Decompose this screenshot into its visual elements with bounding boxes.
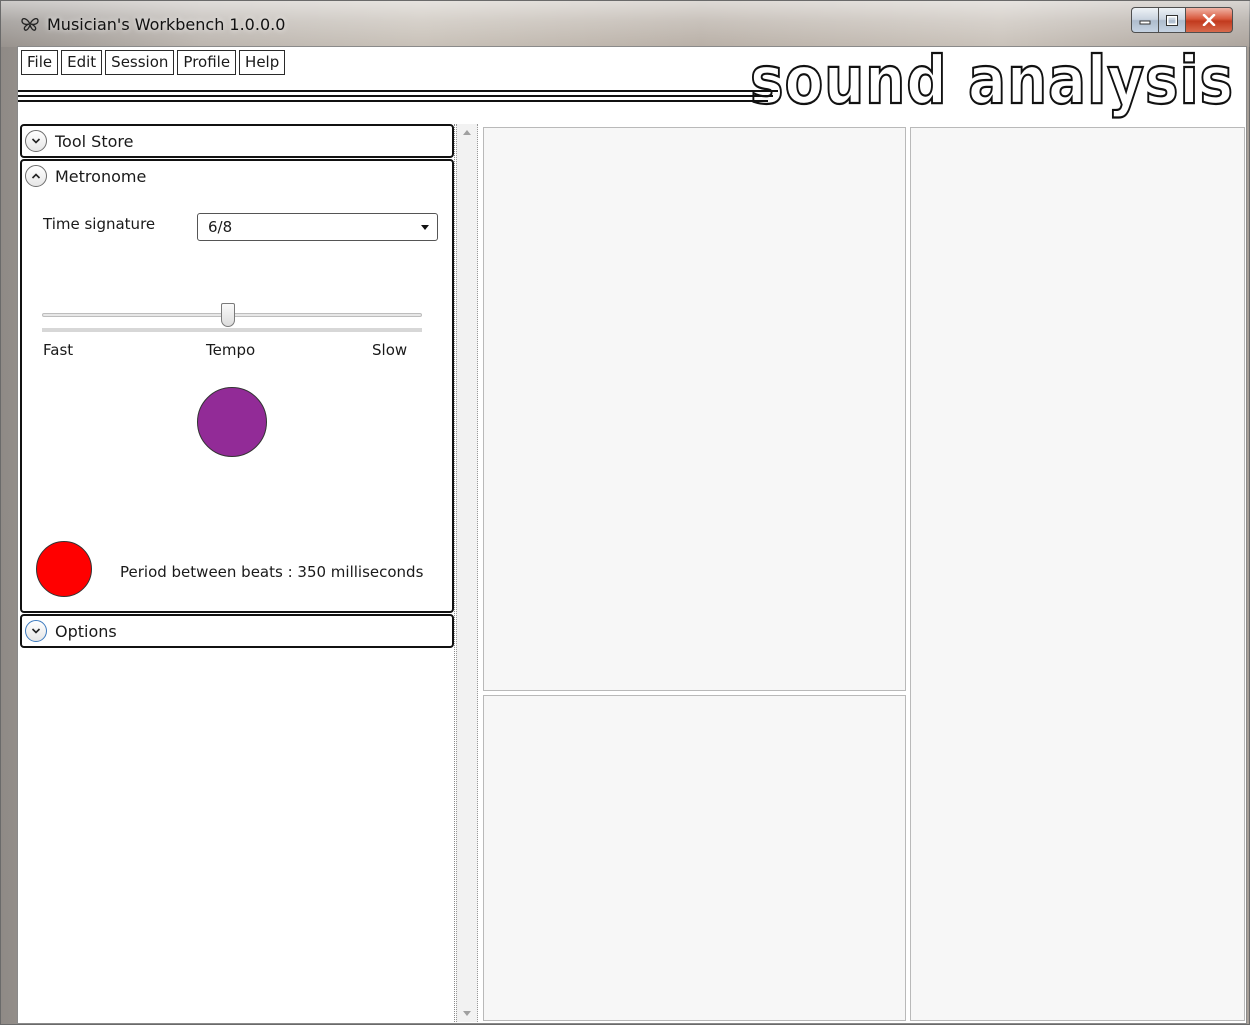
analysis-pane-top (483, 127, 906, 691)
chevron-up-icon (31, 173, 41, 179)
metronome-header[interactable]: Metronome (22, 161, 452, 191)
window-controls (1131, 7, 1233, 33)
metronome-label: Metronome (55, 166, 147, 186)
fast-label: Fast (43, 341, 74, 359)
options-header[interactable]: Options (22, 616, 452, 646)
analysis-pane-right (910, 127, 1245, 1021)
options-expander: Options (20, 614, 454, 648)
dropdown-arrow-icon (421, 225, 429, 230)
client-area: File Edit Session Profile Help sound ana… (17, 46, 1247, 1024)
menu-help[interactable]: Help (239, 50, 286, 75)
window-title: Musician's Workbench 1.0.0.0 (47, 15, 286, 34)
title-bar[interactable]: Musician's Workbench 1.0.0.0 (1, 1, 1250, 47)
butterfly-icon (21, 17, 39, 31)
slow-label: Slow (372, 341, 408, 359)
logo-text: sound analysis (750, 47, 1234, 119)
tempo-indicator (197, 387, 267, 457)
chevron-down-icon (31, 138, 41, 144)
maximize-icon (1166, 14, 1178, 26)
menu-profile[interactable]: Profile (177, 50, 237, 75)
menu-session[interactable]: Session (105, 50, 175, 75)
metronome-expander: Metronome Time signature 6/8 Fast Tempo … (20, 159, 454, 613)
scroll-down-icon[interactable] (463, 1011, 471, 1016)
expand-toggle[interactable] (25, 620, 47, 642)
minimize-button[interactable] (1131, 7, 1158, 33)
minimize-icon (1139, 20, 1151, 25)
maximize-button[interactable] (1158, 7, 1185, 33)
left-panel-scrollbar[interactable] (456, 124, 478, 1022)
menu-edit[interactable]: Edit (61, 50, 103, 75)
app-window: Musician's Workbench 1.0.0.0 File Edit S… (0, 0, 1250, 1025)
tempo-slider-ticks (42, 328, 422, 332)
tempo-label: Tempo (206, 341, 256, 359)
header-rule (18, 87, 778, 107)
period-text: Period between beats : 350 milliseconds (120, 563, 424, 581)
chevron-down-icon (31, 628, 41, 634)
analysis-pane-bottom (483, 695, 906, 1021)
time-signature-select[interactable]: 6/8 (197, 213, 438, 241)
sound-analysis-logo: sound analysis (749, 47, 1234, 120)
beat-indicator (36, 541, 92, 597)
menu-bar: File Edit Session Profile Help (21, 50, 286, 75)
tool-store-expander: Tool Store (20, 124, 454, 158)
expand-toggle[interactable] (25, 130, 47, 152)
options-label: Options (55, 621, 117, 641)
menu-file[interactable]: File (21, 50, 59, 75)
close-button[interactable] (1185, 7, 1233, 33)
tool-store-label: Tool Store (55, 131, 134, 151)
scroll-up-icon[interactable] (463, 130, 471, 135)
time-signature-value: 6/8 (208, 218, 233, 236)
tool-store-header[interactable]: Tool Store (22, 126, 452, 156)
left-panel: Tool Store Metronome Time signature 6/8 (20, 124, 455, 1022)
time-signature-label: Time signature (43, 215, 156, 233)
collapse-toggle[interactable] (25, 165, 47, 187)
tempo-slider-thumb[interactable] (221, 303, 236, 327)
close-icon (1202, 14, 1216, 26)
